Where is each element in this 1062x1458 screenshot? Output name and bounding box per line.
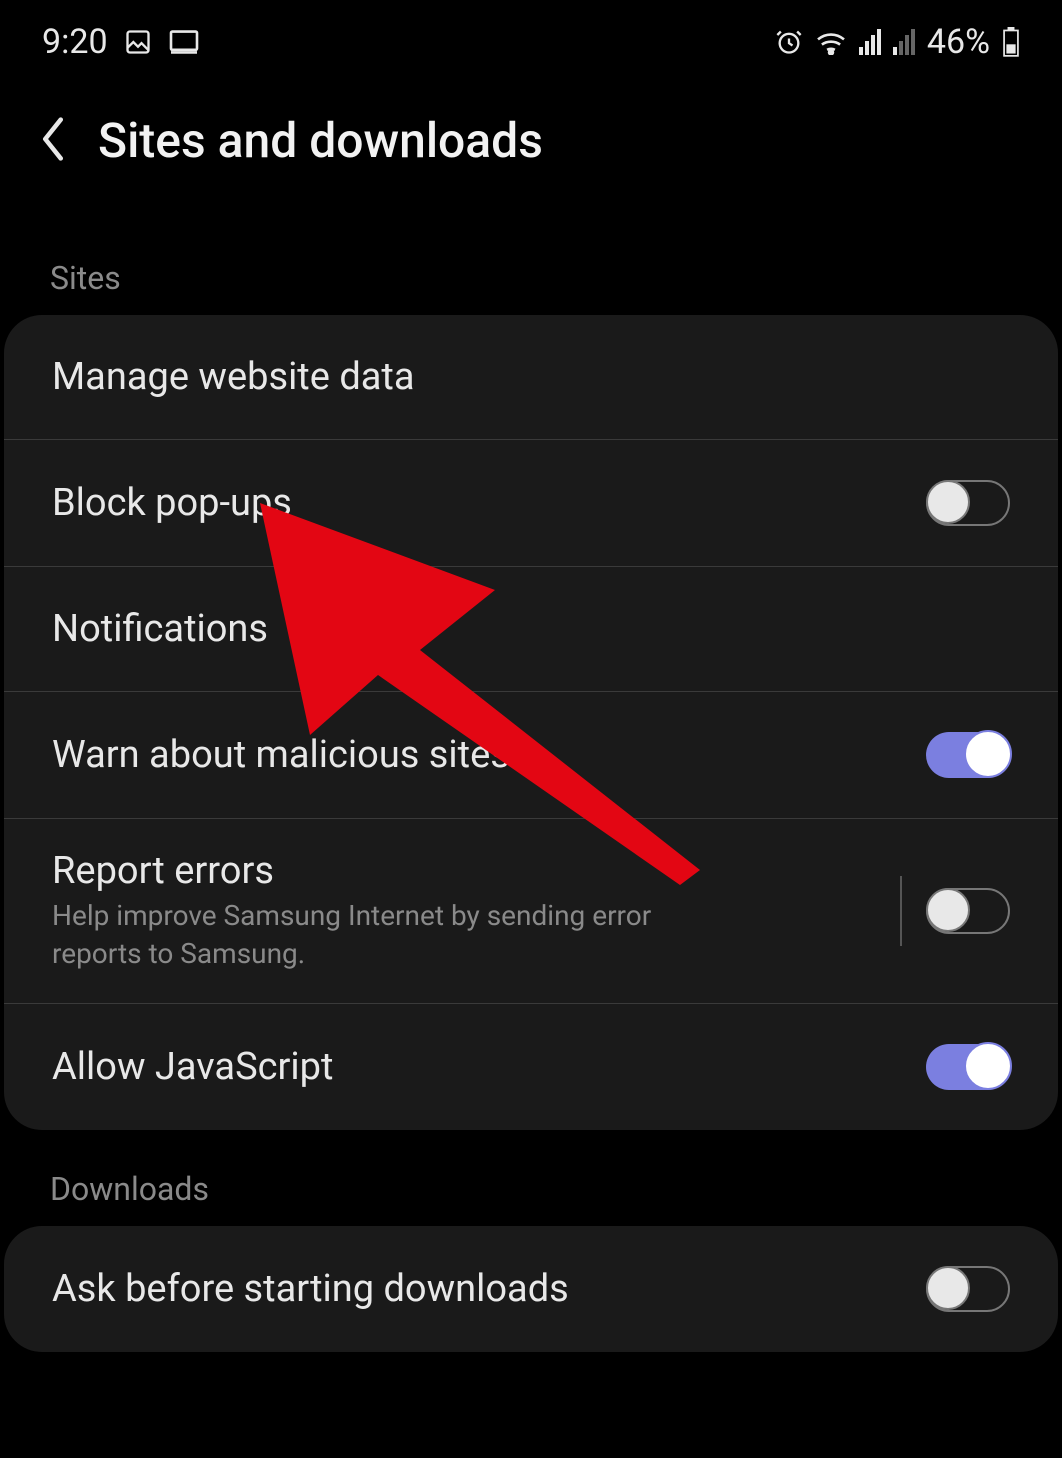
status-right: 46%: [775, 22, 1020, 62]
screen-icon: [168, 29, 200, 55]
signal-bars-2-icon: [893, 29, 915, 55]
allow-javascript-toggle[interactable]: [926, 1044, 1010, 1090]
status-bar: 9:20 46%: [0, 0, 1062, 72]
battery-icon: [1002, 27, 1020, 57]
row-title: Notifications: [52, 607, 1010, 651]
notifications-row[interactable]: Notifications: [4, 567, 1058, 692]
battery-percent: 46%: [927, 22, 990, 62]
row-title: Report errors: [52, 849, 900, 893]
row-subtitle: Help improve Samsung Internet by sending…: [52, 897, 692, 973]
status-left: 9:20: [42, 22, 200, 62]
vertical-divider: [900, 876, 902, 946]
allow-javascript-row[interactable]: Allow JavaScript: [4, 1004, 1058, 1130]
downloads-card: Ask before starting downloads: [4, 1226, 1058, 1352]
section-label-sites: Sites: [0, 219, 1062, 315]
clock-time: 9:20: [42, 22, 108, 62]
row-title: Allow JavaScript: [52, 1045, 926, 1089]
page-title: Sites and downloads: [98, 112, 543, 169]
wifi-icon: [815, 29, 847, 55]
block-popups-toggle[interactable]: [926, 480, 1010, 526]
chevron-left-icon: [40, 117, 66, 161]
row-title: Warn about malicious sites: [52, 733, 926, 777]
row-title: Manage website data: [52, 355, 1010, 399]
image-icon: [124, 28, 152, 56]
row-title: Ask before starting downloads: [52, 1267, 926, 1311]
block-popups-row[interactable]: Block pop-ups: [4, 440, 1058, 567]
report-errors-row[interactable]: Report errors Help improve Samsung Inter…: [4, 819, 1058, 1004]
signal-bars-1-icon: [859, 29, 881, 55]
alarm-icon: [775, 28, 803, 56]
ask-before-downloads-toggle[interactable]: [926, 1266, 1010, 1312]
manage-website-data-row[interactable]: Manage website data: [4, 315, 1058, 440]
warn-malicious-toggle[interactable]: [926, 732, 1010, 778]
section-label-downloads: Downloads: [0, 1130, 1062, 1226]
back-button[interactable]: [40, 117, 66, 165]
sites-card: Manage website data Block pop-ups Notifi…: [4, 315, 1058, 1130]
report-errors-toggle[interactable]: [926, 888, 1010, 934]
app-header: Sites and downloads: [0, 72, 1062, 219]
row-title: Block pop-ups: [52, 481, 926, 525]
warn-malicious-row[interactable]: Warn about malicious sites: [4, 692, 1058, 819]
ask-before-downloads-row[interactable]: Ask before starting downloads: [4, 1226, 1058, 1352]
